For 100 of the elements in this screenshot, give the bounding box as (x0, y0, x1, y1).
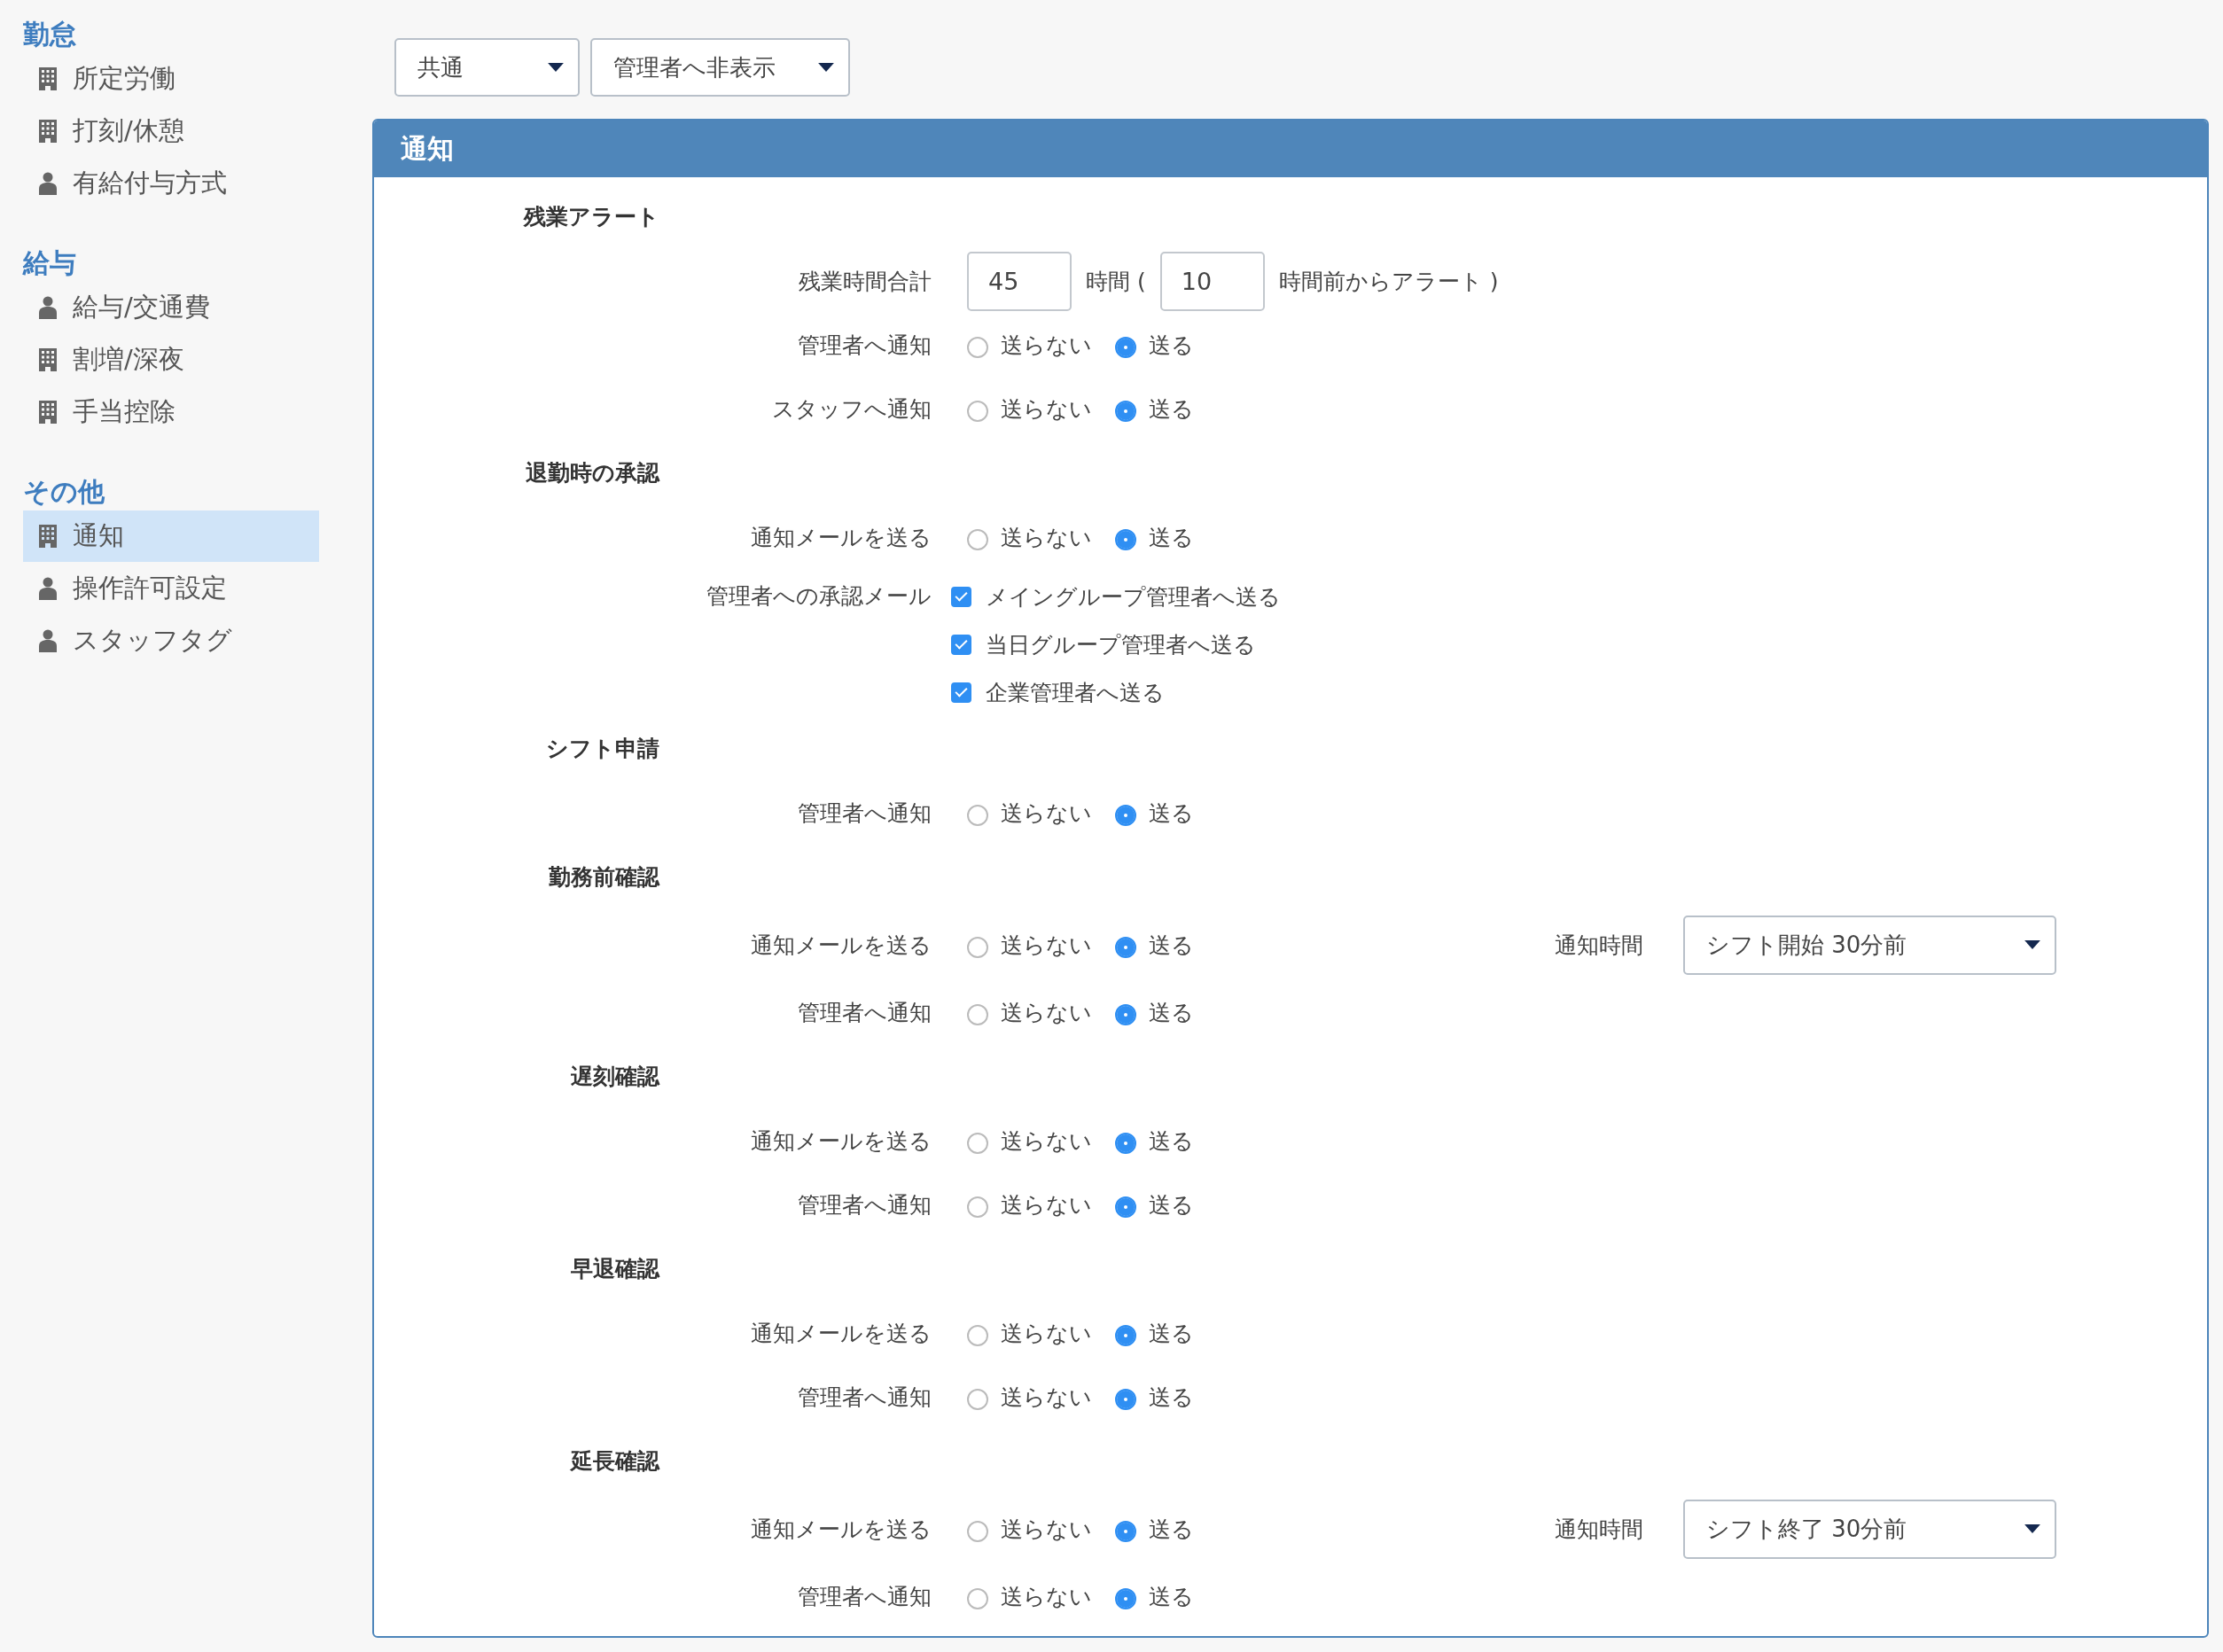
unit-label: 時間 ( (1086, 267, 1146, 296)
building-icon (39, 525, 57, 548)
sidebar-item[interactable]: 通知 (23, 510, 319, 562)
filter-dropdown[interactable]: 管理者へ非表示 (590, 38, 850, 97)
option-label: 送る (1149, 523, 1194, 552)
field-label: 通知メールを送る (750, 1515, 932, 1544)
option-label: 送る (1149, 799, 1194, 828)
radio-button[interactable] (967, 1133, 988, 1154)
radio-button[interactable] (967, 937, 988, 958)
timing-dropdown[interactable]: シフト終了 30分前 (1683, 1499, 2056, 1559)
timing-dropdown[interactable]: シフト開始 30分前 (1683, 915, 2056, 975)
hours-input[interactable]: 10 (1159, 251, 1265, 311)
field-label: 管理者へ通知 (797, 799, 932, 828)
sidebar-group-title: 勤怠 (23, 18, 77, 51)
building-icon (39, 348, 57, 371)
sidebar-item[interactable]: 所定労働 (23, 53, 319, 105)
option-label: 送る (1149, 331, 1194, 360)
radio-button[interactable] (967, 1196, 988, 1218)
option-label: 送らない (1001, 331, 1092, 360)
option-label: 当日グループ管理者へ送る (986, 630, 1256, 659)
radio-button[interactable] (967, 1004, 988, 1025)
field-label: 残業時間合計 (798, 267, 932, 296)
radio-button[interactable] (967, 1325, 988, 1346)
radio-button[interactable] (1115, 1004, 1136, 1025)
radio-button[interactable] (1115, 529, 1136, 550)
field-label: スタッフへ通知 (771, 394, 932, 424)
person-icon (39, 577, 57, 600)
option-label: 送る (1149, 1515, 1194, 1544)
option-label: 送る (1149, 1126, 1194, 1156)
person-icon (39, 172, 57, 195)
option-label: 送らない (1001, 998, 1092, 1027)
caret-icon (2024, 1524, 2040, 1533)
radio-button[interactable] (1115, 1521, 1136, 1542)
sidebar-group-title: その他 (23, 475, 105, 509)
radio-button[interactable] (967, 529, 988, 550)
section-title: 遅刻確認 (570, 1063, 659, 1091)
option-label: 送らない (1001, 1383, 1092, 1412)
radio-button[interactable] (1115, 1389, 1136, 1410)
option-label: 送る (1149, 394, 1194, 424)
option-label: 送る (1149, 1319, 1194, 1348)
sidebar-group-title: 給与 (23, 246, 77, 280)
field-label: 通知メールを送る (750, 523, 932, 552)
field-label: 通知メールを送る (750, 1126, 932, 1156)
checkbox[interactable] (951, 586, 971, 607)
radio-button[interactable] (1115, 1588, 1136, 1609)
sidebar-item[interactable]: 有給付与方式 (23, 158, 319, 209)
radio-button[interactable] (1115, 401, 1136, 422)
radio-button[interactable] (1115, 1133, 1136, 1154)
filter-dropdown[interactable]: 共通 (394, 38, 580, 97)
building-icon (39, 401, 57, 424)
option-label: 送らない (1001, 931, 1092, 960)
field-label: 通知メールを送る (750, 931, 932, 960)
radio-button[interactable] (1115, 937, 1136, 958)
sidebar-item[interactable]: 操作許可設定 (23, 563, 319, 614)
section-title: シフト申請 (545, 735, 659, 763)
radio-button[interactable] (1115, 337, 1136, 358)
field-label: 管理者へ通知 (797, 331, 932, 360)
sidebar-item[interactable]: 割増/深夜 (23, 334, 319, 386)
option-label: 送る (1149, 931, 1194, 960)
radio-button[interactable] (967, 1389, 988, 1410)
caret-icon (2024, 940, 2040, 949)
building-icon (39, 67, 57, 90)
section-title: 早退確認 (570, 1255, 659, 1283)
section-title: 勤務前確認 (548, 863, 659, 892)
sidebar-item[interactable]: 給与/交通費 (23, 282, 319, 333)
hours-input[interactable]: 45 (967, 251, 1072, 311)
option-label: メイングループ管理者へ送る (986, 582, 1281, 612)
radio-button[interactable] (967, 337, 988, 358)
field-label: 管理者へ通知 (797, 1582, 932, 1611)
field-label: 通知時間 (1555, 1515, 1644, 1544)
radio-button[interactable] (967, 1521, 988, 1542)
field-label: 管理者へ通知 (797, 998, 932, 1027)
radio-button[interactable] (967, 1588, 988, 1609)
sidebar-item[interactable]: 打刻/休憩 (23, 105, 319, 157)
sidebar-item[interactable]: スタッフタグ (23, 615, 319, 666)
option-label: 送らない (1001, 1126, 1092, 1156)
radio-button[interactable] (967, 805, 988, 826)
sidebar-item[interactable]: 手当控除 (23, 386, 319, 438)
field-label: 管理者へ通知 (797, 1383, 932, 1412)
building-icon (39, 120, 57, 143)
checkbox[interactable] (951, 682, 971, 703)
option-label: 送らない (1001, 1190, 1092, 1220)
section-title: 退勤時の承認 (525, 459, 659, 487)
radio-button[interactable] (1115, 1196, 1136, 1218)
radio-button[interactable] (967, 401, 988, 422)
option-label: 送る (1149, 1582, 1194, 1611)
section-title: 延長確認 (569, 1447, 659, 1476)
field-label: 通知時間 (1555, 931, 1644, 960)
radio-button[interactable] (1115, 1325, 1136, 1346)
person-icon (39, 629, 57, 652)
field-label: 管理者へ通知 (797, 1190, 932, 1220)
option-label: 送らない (1001, 523, 1092, 552)
option-label: 企業管理者へ送る (986, 678, 1165, 707)
radio-button[interactable] (1115, 805, 1136, 826)
section-title: 残業アラート (522, 203, 659, 231)
option-label: 送らない (1001, 1582, 1092, 1611)
checkbox[interactable] (951, 634, 971, 655)
option-label: 送らない (1001, 799, 1092, 828)
field-label: 通知メールを送る (750, 1319, 932, 1348)
option-label: 送る (1149, 1383, 1194, 1412)
